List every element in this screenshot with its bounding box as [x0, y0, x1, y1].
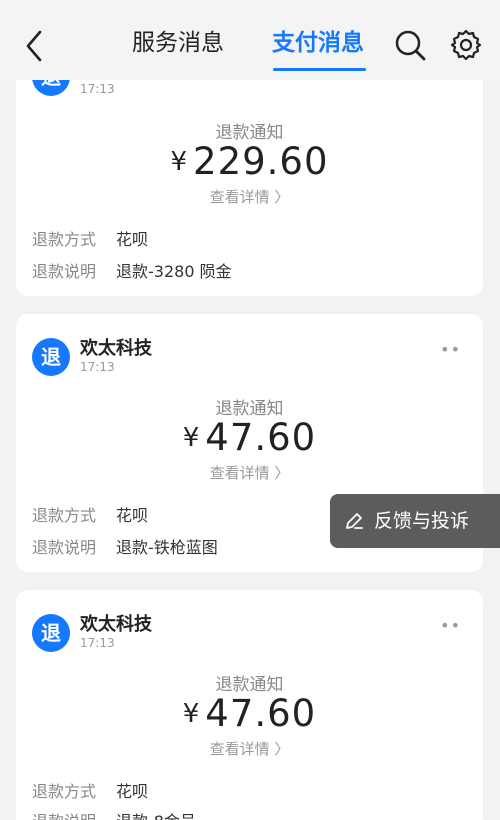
row-key: 退款说明 [32, 262, 97, 281]
search-icon [395, 30, 426, 61]
tab-service-messages[interactable]: 服务消息 [132, 28, 224, 68]
row-key: 退款说明 [32, 538, 97, 557]
view-details-link[interactable]: 查看详情 〉 [16, 186, 483, 207]
chevron-left-icon [26, 30, 42, 62]
search-button[interactable] [393, 28, 427, 62]
back-button[interactable] [18, 26, 50, 66]
row-key: 退款方式 [32, 506, 97, 525]
header-bar: 服务消息 支付消息 [0, 0, 500, 80]
currency-symbol: ¥ [182, 423, 200, 453]
row-value: 退款-8金号 [116, 812, 196, 820]
more-options-icon[interactable]: •• [440, 340, 461, 359]
settings-button[interactable] [449, 28, 483, 62]
detail-row: 退款方式 花呗 [32, 778, 148, 802]
feedback-complaint-button[interactable]: 反馈与投诉 [330, 494, 500, 548]
row-value: 花呗 [116, 230, 149, 249]
tab-payment-messages[interactable]: 支付消息 [272, 28, 364, 68]
view-details-link[interactable]: 查看详情 〉 [16, 462, 483, 483]
more-options-icon[interactable]: •• [440, 616, 461, 635]
merchant-name: 欢太科技 [80, 614, 152, 635]
row-value: 退款-3280 陨金 [116, 262, 232, 281]
message-card[interactable]: 退 欢太科技 17:13 •• 退款通知 ¥47.60 查看详情 〉 退款方式花… [16, 590, 483, 820]
detail-row: 退款说明 退款-铁枪蓝图 [32, 534, 218, 558]
amount: ¥47.60 [16, 692, 483, 735]
detail-row: 退款说明 退款-3280 陨金 [32, 258, 232, 282]
row-key: 退款方式 [32, 782, 97, 801]
message-time: 17:13 [80, 82, 115, 96]
amount-value: 47.60 [205, 692, 317, 735]
detail-row: 退款说明退款-8金号 [32, 808, 196, 820]
row-key: 退款方式 [32, 230, 97, 249]
message-time: 17:13 [80, 636, 115, 650]
view-details-link[interactable]: 查看详情 〉 [16, 738, 483, 759]
currency-symbol: ¥ [182, 699, 200, 729]
amount: ¥229.60 [16, 140, 483, 183]
amount-value: 47.60 [205, 416, 317, 459]
row-value: 花呗 [116, 506, 149, 525]
gear-icon [450, 29, 482, 61]
detail-row: 退款方式 花呗 [32, 226, 148, 250]
message-time: 17:13 [80, 360, 115, 374]
pen-icon [346, 513, 363, 529]
row-value: 退款-铁枪蓝图 [116, 538, 218, 557]
feedback-label: 反馈与投诉 [374, 510, 470, 532]
detail-row: 退款方式 花呗 [32, 502, 148, 526]
amount-value: 229.60 [193, 140, 329, 183]
row-key: 退款说明 [32, 808, 116, 820]
row-value: 花呗 [116, 782, 149, 801]
merchant-name: 欢太科技 [80, 338, 152, 359]
currency-symbol: ¥ [170, 147, 188, 177]
refund-avatar: 退 [32, 338, 70, 376]
amount: ¥47.60 [16, 416, 483, 459]
active-tab-indicator [273, 68, 366, 71]
refund-avatar: 退 [32, 614, 70, 652]
